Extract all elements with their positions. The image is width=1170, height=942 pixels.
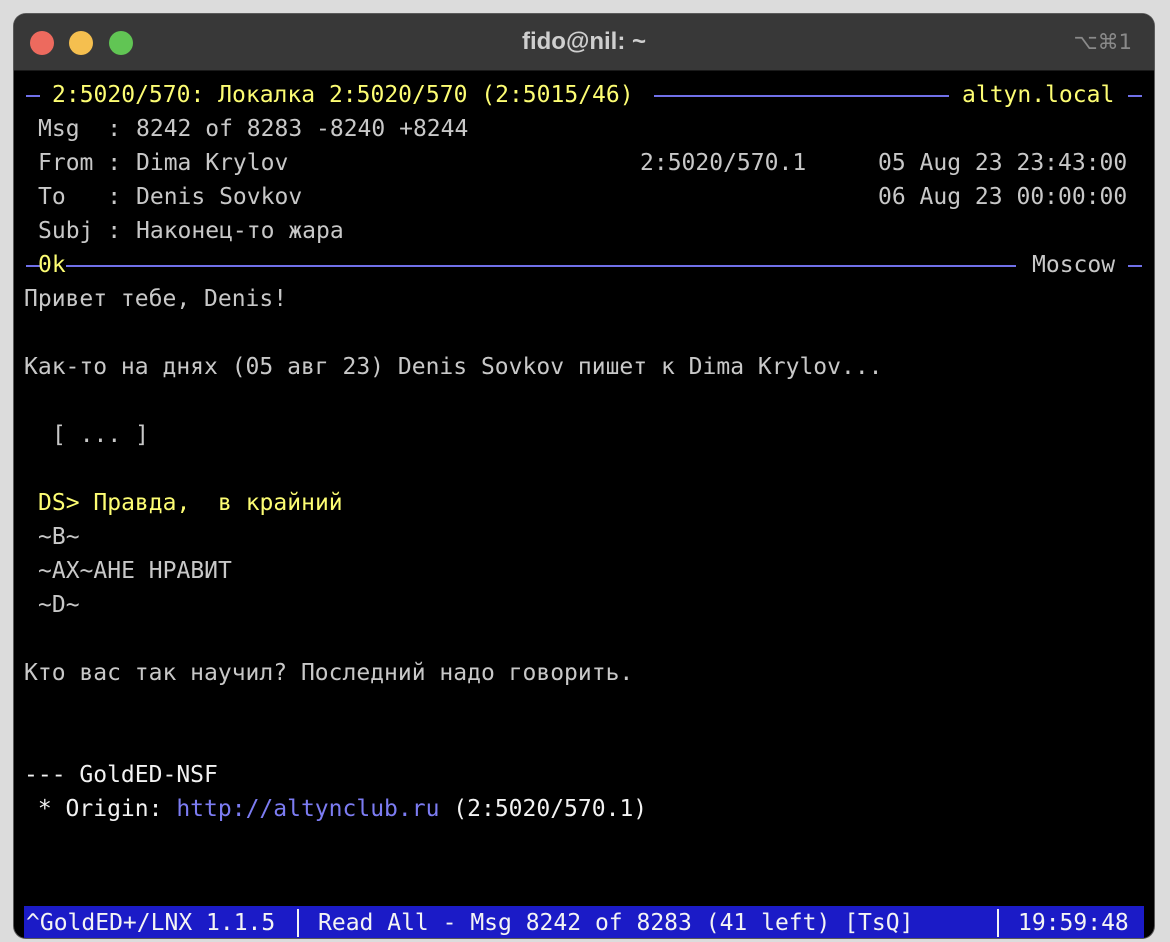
origin-address: (2:5020/570.1) (439, 796, 648, 822)
header-rule-mid (654, 95, 949, 97)
message-size: 0k (38, 252, 66, 278)
origin-label: * Origin: (24, 796, 177, 822)
snip-line: [ ... ] (52, 422, 149, 448)
header-rule-right (1128, 95, 1142, 97)
header-rule-left (26, 95, 40, 97)
origin-location: Moscow (1032, 252, 1116, 278)
intro-line: Как-то на днях (05 авг 23) Denis Sovkov … (24, 354, 883, 380)
to-label: To : (38, 184, 122, 210)
origin-line: * Origin: http://altynclub.ru (2:5020/57… (24, 792, 647, 826)
tilde-b-line: ~B~ (38, 524, 80, 550)
from-date: 05 Aug 23 23:43:00 (878, 150, 1128, 176)
tilde-ax-line: ~AX~AHE HPAВИT (38, 558, 232, 584)
separator-rule-right (1128, 265, 1142, 267)
tilde-d-line: ~D~ (38, 592, 80, 618)
status-mode: Read All - Msg 8242 of 8283 (41 left) [T… (318, 910, 914, 936)
msg-label: Msg : (38, 116, 122, 142)
window-title: fido@nil: ~ (521, 28, 647, 55)
greeting-line: Привет тебе, Denis! (24, 286, 288, 312)
from-address: 2:5020/570.1 (640, 150, 807, 176)
terminal-window: fido@nil: ~ ⌥⌘1 2:5020/570: Локалка 2:50… (14, 14, 1154, 938)
from-label: From : (38, 150, 122, 176)
terminal-screen[interactable]: 2:5020/570: Локалка 2:5020/570 (2:5015/4… (24, 78, 1144, 938)
origin-link[interactable]: http://altynclub.ru (176, 796, 439, 822)
window-shortcut: ⌥⌘1 (1073, 30, 1132, 54)
to-date: 06 Aug 23 00:00:00 (878, 184, 1128, 210)
status-program: ^GoldED+/LNX 1.1.5 (26, 910, 276, 936)
status-time: 19:59:48 (1018, 910, 1129, 936)
area-title: 2:5020/570: Локалка 2:5020/570 (2:5015/4… (52, 82, 634, 108)
status-divider (997, 909, 999, 937)
status-divider (297, 909, 299, 937)
separator-rule-mid (66, 265, 1016, 267)
tearline: --- GoldED-NSF (24, 762, 218, 788)
to-name: Denis Sovkov (136, 184, 303, 210)
from-name: Dima Krylov (136, 150, 289, 176)
title-bar: fido@nil: ~ ⌥⌘1 (14, 14, 1154, 71)
msg-value: 8242 of 8283 -8240 +8244 (136, 116, 469, 142)
quote-line: DS> Правда, в крайний (38, 490, 343, 516)
status-bar: ^GoldED+/LNX 1.1.5 Read All - Msg 8242 o… (24, 906, 1144, 938)
subj-value: Наконец-то жара (136, 218, 344, 244)
subj-label: Subj : (38, 218, 122, 244)
host-name: altyn.local (962, 82, 1115, 108)
reply-line: Кто вас так научил? Последний надо говор… (24, 660, 634, 686)
